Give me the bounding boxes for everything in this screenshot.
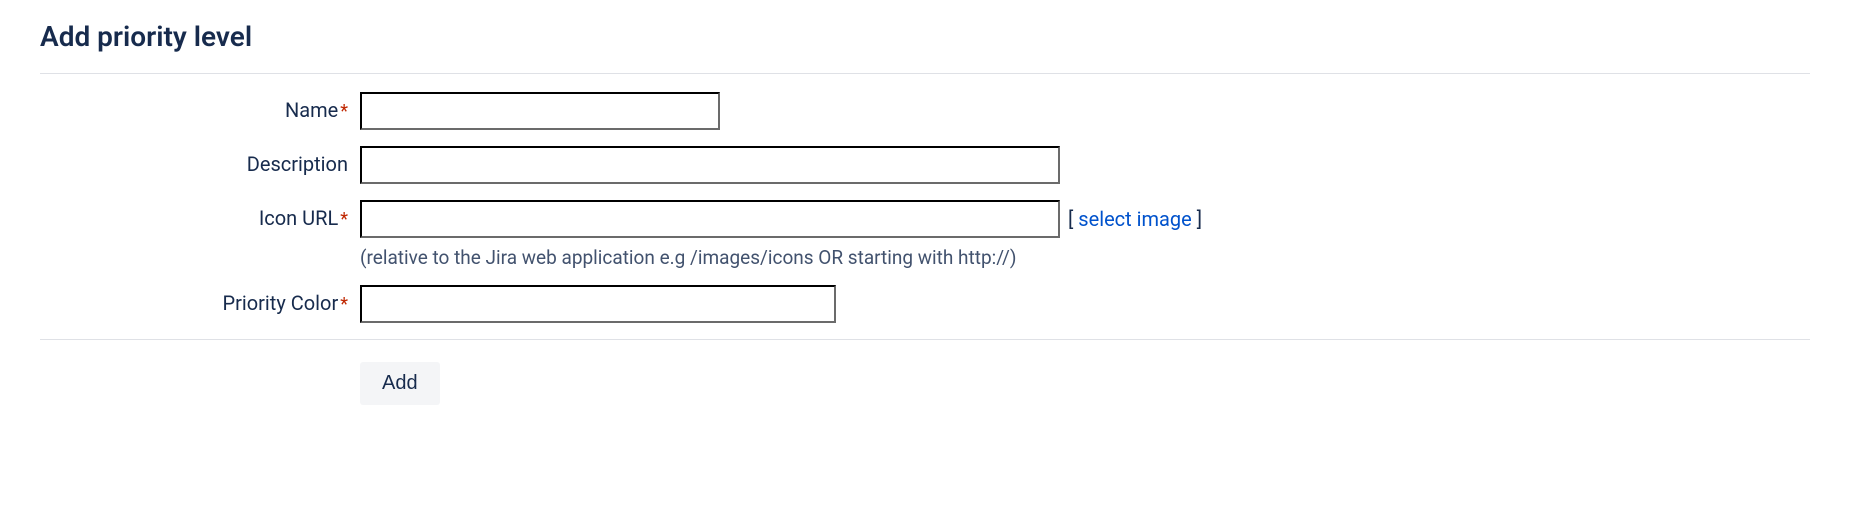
icon-url-inline: [ select image ] <box>360 200 1202 238</box>
icon-url-label: Icon URL <box>259 206 338 230</box>
name-label-container: Name* <box>40 92 360 122</box>
form-row-icon-url: Icon URL* [ select image ] (relative to … <box>40 200 1810 269</box>
name-label: Name <box>285 98 338 122</box>
form-row-priority-color: Priority Color* <box>40 285 1810 323</box>
priority-color-label: Priority Color <box>222 291 338 315</box>
name-field-container <box>360 92 720 130</box>
description-input[interactable] <box>360 146 1060 184</box>
priority-color-field-container <box>360 285 836 323</box>
priority-color-label-container: Priority Color* <box>40 285 360 315</box>
icon-url-hint: (relative to the Jira web application e.… <box>360 246 1202 269</box>
bracket-close: ] <box>1197 207 1202 231</box>
select-image-link[interactable]: select image <box>1078 207 1192 231</box>
form-row-description: Description <box>40 146 1810 184</box>
icon-url-field-container: [ select image ] (relative to the Jira w… <box>360 200 1202 269</box>
description-field-container <box>360 146 1060 184</box>
required-icon: * <box>340 294 348 315</box>
description-label: Description <box>247 152 348 176</box>
form-row-name: Name* <box>40 92 1810 130</box>
description-label-container: Description <box>40 146 360 176</box>
add-button[interactable]: Add <box>360 362 440 405</box>
button-row: Add <box>40 362 1810 405</box>
name-input[interactable] <box>360 92 720 130</box>
icon-url-input[interactable] <box>360 200 1060 238</box>
bracket-open: [ <box>1068 207 1073 231</box>
bottom-divider <box>40 339 1810 340</box>
select-image-wrapper: [ select image ] <box>1068 207 1202 231</box>
priority-color-input[interactable] <box>360 285 836 323</box>
required-icon: * <box>340 101 348 122</box>
icon-url-label-container: Icon URL* <box>40 200 360 230</box>
title-divider <box>40 73 1810 74</box>
required-icon: * <box>340 209 348 230</box>
form-title: Add priority level <box>40 20 1810 61</box>
